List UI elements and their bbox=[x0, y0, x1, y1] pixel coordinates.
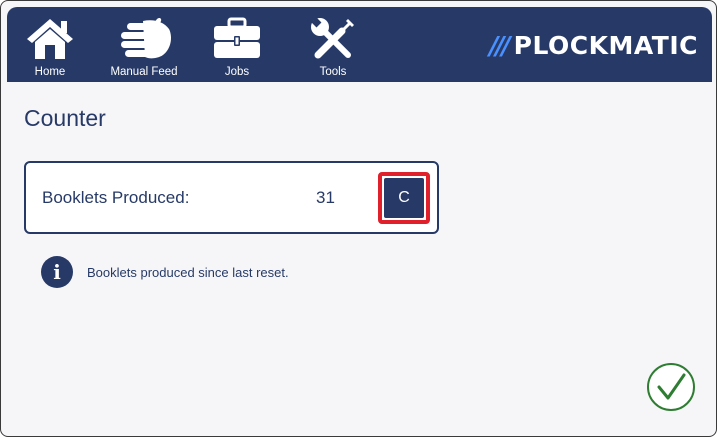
counter-value: 31 bbox=[316, 188, 335, 207]
brand-slashes: /// bbox=[489, 31, 510, 60]
top-navigation-bar: Home Manual Feed Jobs Tools /// PLOCKMAT… bbox=[7, 7, 712, 82]
info-text: Booklets produced since last reset. bbox=[87, 264, 289, 280]
clear-counter-button[interactable]: C bbox=[384, 178, 424, 218]
confirm-button[interactable] bbox=[646, 362, 696, 412]
info-icon: i bbox=[41, 256, 73, 288]
booklets-counter-panel: Booklets Produced: 31 C bbox=[24, 161, 439, 234]
nav-jobs-label: Jobs bbox=[224, 66, 250, 78]
nav-manual-feed-label: Manual Feed bbox=[110, 66, 178, 78]
checkmark-icon bbox=[646, 363, 696, 416]
briefcase-icon bbox=[211, 7, 263, 61]
plockmatic-logo: /// PLOCKMATIC bbox=[489, 31, 698, 60]
nav-tools-label: Tools bbox=[319, 66, 347, 78]
nav-tools-button[interactable]: Tools bbox=[303, 7, 363, 82]
page-title: Counter bbox=[24, 105, 106, 131]
nav-home-button[interactable]: Home bbox=[21, 7, 79, 82]
home-icon bbox=[25, 7, 75, 61]
counter-label: Booklets Produced: bbox=[42, 188, 190, 207]
nav-home-label: Home bbox=[34, 66, 66, 78]
tools-icon bbox=[308, 7, 358, 61]
clear-button-highlight: C bbox=[378, 172, 430, 224]
brand-name: PLOCKMATIC bbox=[513, 31, 698, 60]
hand-icon bbox=[113, 7, 175, 61]
app-frame: Home Manual Feed Jobs Tools /// PLOCKMAT… bbox=[0, 0, 717, 437]
info-row: i Booklets produced since last reset. bbox=[41, 256, 289, 288]
nav-manual-feed-button[interactable]: Manual Feed bbox=[99, 7, 189, 82]
nav-jobs-button[interactable]: Jobs bbox=[207, 7, 267, 82]
